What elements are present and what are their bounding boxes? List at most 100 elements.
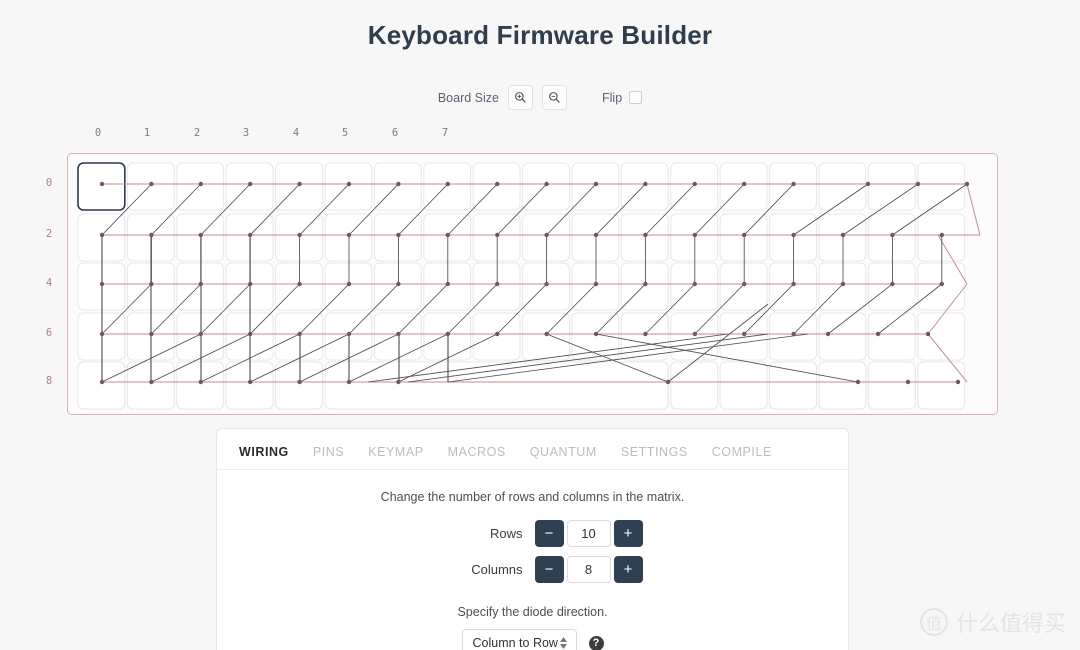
matrix-key[interactable] <box>423 162 472 211</box>
help-icon[interactable]: ? <box>588 635 604 650</box>
matrix-key[interactable] <box>275 361 323 410</box>
matrix-key[interactable] <box>472 162 521 211</box>
matrix-key[interactable] <box>472 312 521 361</box>
matrix-key[interactable] <box>620 213 669 262</box>
matrix-key[interactable] <box>719 162 768 211</box>
matrix-key[interactable] <box>324 213 373 262</box>
matrix-key[interactable] <box>77 361 126 410</box>
matrix-key[interactable] <box>719 361 768 410</box>
matrix-key[interactable] <box>818 312 867 361</box>
matrix-key[interactable] <box>373 162 422 211</box>
matrix-key[interactable] <box>571 262 620 311</box>
matrix-key[interactable] <box>324 262 373 311</box>
matrix-key[interactable] <box>77 213 126 262</box>
tab-quantum[interactable]: QUANTUM <box>530 445 597 468</box>
columns-input[interactable]: 8 <box>566 556 611 583</box>
columns-decrement-button[interactable]: − <box>534 556 564 583</box>
wire-node <box>742 331 747 337</box>
matrix-key[interactable] <box>818 162 867 211</box>
matrix-key[interactable] <box>373 262 422 311</box>
matrix-key[interactable] <box>917 162 966 211</box>
matrix-key[interactable] <box>769 262 817 311</box>
wire-node <box>955 379 961 385</box>
tab-compile[interactable]: COMPILE <box>712 445 772 468</box>
wire-node <box>791 281 796 287</box>
matrix-key[interactable] <box>275 213 323 262</box>
matrix-key[interactable] <box>818 361 867 410</box>
matrix-key[interactable] <box>275 262 323 311</box>
matrix-key[interactable] <box>176 361 225 410</box>
flip-checkbox[interactable] <box>629 91 643 104</box>
matrix-key[interactable] <box>522 162 570 211</box>
matrix-key[interactable] <box>522 213 570 262</box>
tab-wiring[interactable]: WIRING <box>239 445 289 468</box>
rows-decrement-button[interactable]: − <box>534 520 564 547</box>
rows-increment-button[interactable]: + <box>613 520 643 547</box>
page-title: Keyboard Firmware Builder <box>367 20 713 50</box>
wire-node <box>865 181 871 187</box>
matrix-key[interactable] <box>225 162 274 211</box>
matrix-key[interactable] <box>719 262 768 311</box>
matrix-key[interactable] <box>917 312 966 361</box>
matrix-key[interactable] <box>917 213 966 262</box>
matrix-key[interactable] <box>867 162 916 211</box>
matrix-key[interactable] <box>867 312 916 361</box>
matrix-key[interactable] <box>818 213 867 262</box>
matrix-key[interactable] <box>373 312 422 361</box>
matrix-key[interactable] <box>571 213 620 262</box>
matrix-key[interactable] <box>77 162 126 211</box>
matrix-key[interactable] <box>423 262 472 311</box>
matrix-key[interactable] <box>867 213 916 262</box>
matrix-key[interactable] <box>275 162 323 211</box>
matrix-key[interactable] <box>176 162 225 211</box>
matrix-key[interactable] <box>176 312 225 361</box>
matrix-key[interactable] <box>77 262 126 311</box>
tab-keymap[interactable]: KEYMAP <box>368 445 423 468</box>
matrix-key[interactable] <box>769 213 817 262</box>
matrix-key[interactable] <box>670 213 719 262</box>
matrix-key[interactable] <box>818 262 867 311</box>
matrix-key[interactable] <box>472 213 521 262</box>
matrix-key[interactable] <box>275 312 323 361</box>
matrix-key[interactable] <box>324 162 373 211</box>
matrix-key[interactable] <box>670 262 719 311</box>
matrix-key[interactable] <box>324 312 373 361</box>
matrix-key[interactable] <box>719 312 768 361</box>
matrix-key[interactable] <box>176 262 225 311</box>
wire-node <box>593 232 599 238</box>
matrix-key[interactable] <box>373 213 422 262</box>
matrix-key[interactable] <box>620 162 669 211</box>
matrix-key[interactable] <box>670 361 719 410</box>
wire-node <box>643 331 648 337</box>
diode-direction-select[interactable]: Column to Row <box>461 629 577 650</box>
matrix-key[interactable] <box>571 162 620 211</box>
matrix-key[interactable] <box>670 162 719 211</box>
matrix-key[interactable] <box>620 262 669 311</box>
matrix-key[interactable] <box>917 262 966 311</box>
matrix-key[interactable] <box>769 162 817 211</box>
rows-input[interactable]: 10 <box>566 520 611 547</box>
tab-macros[interactable]: MACROS <box>448 445 506 468</box>
magnifier-plus-icon <box>515 92 526 103</box>
matrix-key[interactable] <box>867 262 916 311</box>
zoom-out-button[interactable] <box>542 85 567 110</box>
matrix-key[interactable] <box>423 312 472 361</box>
matrix-key[interactable] <box>769 312 817 361</box>
matrix-key[interactable] <box>867 361 916 410</box>
matrix-key[interactable] <box>126 162 175 211</box>
matrix-key[interactable] <box>77 312 126 361</box>
matrix-key[interactable] <box>423 213 472 262</box>
zoom-in-button[interactable] <box>508 85 533 110</box>
keyboard-matrix-panel[interactable] <box>67 153 998 415</box>
columns-increment-button[interactable]: + <box>613 556 643 583</box>
matrix-key[interactable] <box>719 213 768 262</box>
matrix-key[interactable] <box>769 361 817 410</box>
matrix-key[interactable] <box>176 213 225 262</box>
matrix-key[interactable] <box>917 361 966 410</box>
matrix-key[interactable] <box>472 262 521 311</box>
matrix-key[interactable] <box>522 312 570 361</box>
tab-pins[interactable]: PINS <box>313 445 344 468</box>
matrix-key[interactable] <box>522 262 570 311</box>
tab-settings[interactable]: SETTINGS <box>621 445 688 468</box>
wire-node <box>149 281 154 287</box>
